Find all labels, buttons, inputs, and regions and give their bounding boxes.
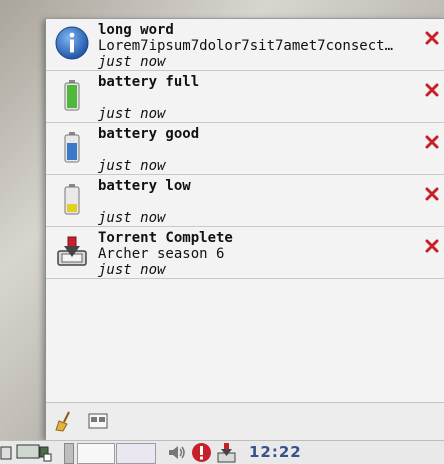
- notification-item[interactable]: battery good just now: [46, 123, 444, 175]
- notification-time: just now: [98, 158, 166, 174]
- notification-body: Lorem7ipsum7dolor7sit7amet7consect…: [98, 38, 394, 54]
- notification-time: just now: [98, 54, 166, 70]
- pager-icon[interactable]: [116, 443, 156, 464]
- notification-time: just now: [98, 210, 166, 226]
- volume-icon[interactable]: [167, 444, 187, 461]
- notification-panel: long word Lorem7ipsum7dolor7sit7amet7con…: [45, 18, 444, 440]
- taskbar: 12:22: [0, 440, 444, 464]
- notification-body: Archer season 6: [98, 246, 225, 262]
- notification-title: battery low: [98, 178, 191, 194]
- notification-title: Torrent Complete: [98, 230, 233, 246]
- notification-title: battery good: [98, 126, 200, 142]
- close-icon[interactable]: [424, 30, 440, 46]
- battery-good-icon: [64, 132, 80, 163]
- close-icon[interactable]: [424, 134, 440, 150]
- battery-low-icon: [64, 184, 80, 215]
- pager-desktop-1[interactable]: [77, 443, 115, 464]
- notification-time: just now: [98, 106, 166, 122]
- notification-item[interactable]: Torrent Complete Archer season 6 just no…: [46, 227, 444, 279]
- close-icon[interactable]: [424, 186, 440, 202]
- broom-clear-icon[interactable]: [53, 410, 75, 432]
- notification-item[interactable]: battery full just now: [46, 71, 444, 123]
- notification-title: battery full: [98, 74, 200, 90]
- torrent-download-icon: [57, 236, 87, 266]
- taskbar-separator: [64, 443, 74, 464]
- notification-item[interactable]: long word Lorem7ipsum7dolor7sit7amet7con…: [46, 19, 444, 71]
- info-icon: [55, 26, 89, 60]
- notification-title: long word: [98, 22, 174, 38]
- panel-toolbar: [46, 402, 444, 440]
- close-icon[interactable]: [424, 238, 440, 254]
- taskbar-clock[interactable]: 12:22: [249, 443, 302, 461]
- notification-time: just now: [98, 262, 166, 278]
- notification-item[interactable]: battery low just now: [46, 175, 444, 227]
- alert-icon[interactable]: [191, 442, 212, 463]
- show-desktop-icon[interactable]: [0, 444, 14, 461]
- torrent-tray-icon[interactable]: [216, 442, 237, 463]
- close-icon[interactable]: [424, 82, 440, 98]
- battery-full-icon: [64, 80, 80, 111]
- window-list-icon[interactable]: [16, 443, 52, 462]
- window-switch-icon[interactable]: [87, 410, 109, 432]
